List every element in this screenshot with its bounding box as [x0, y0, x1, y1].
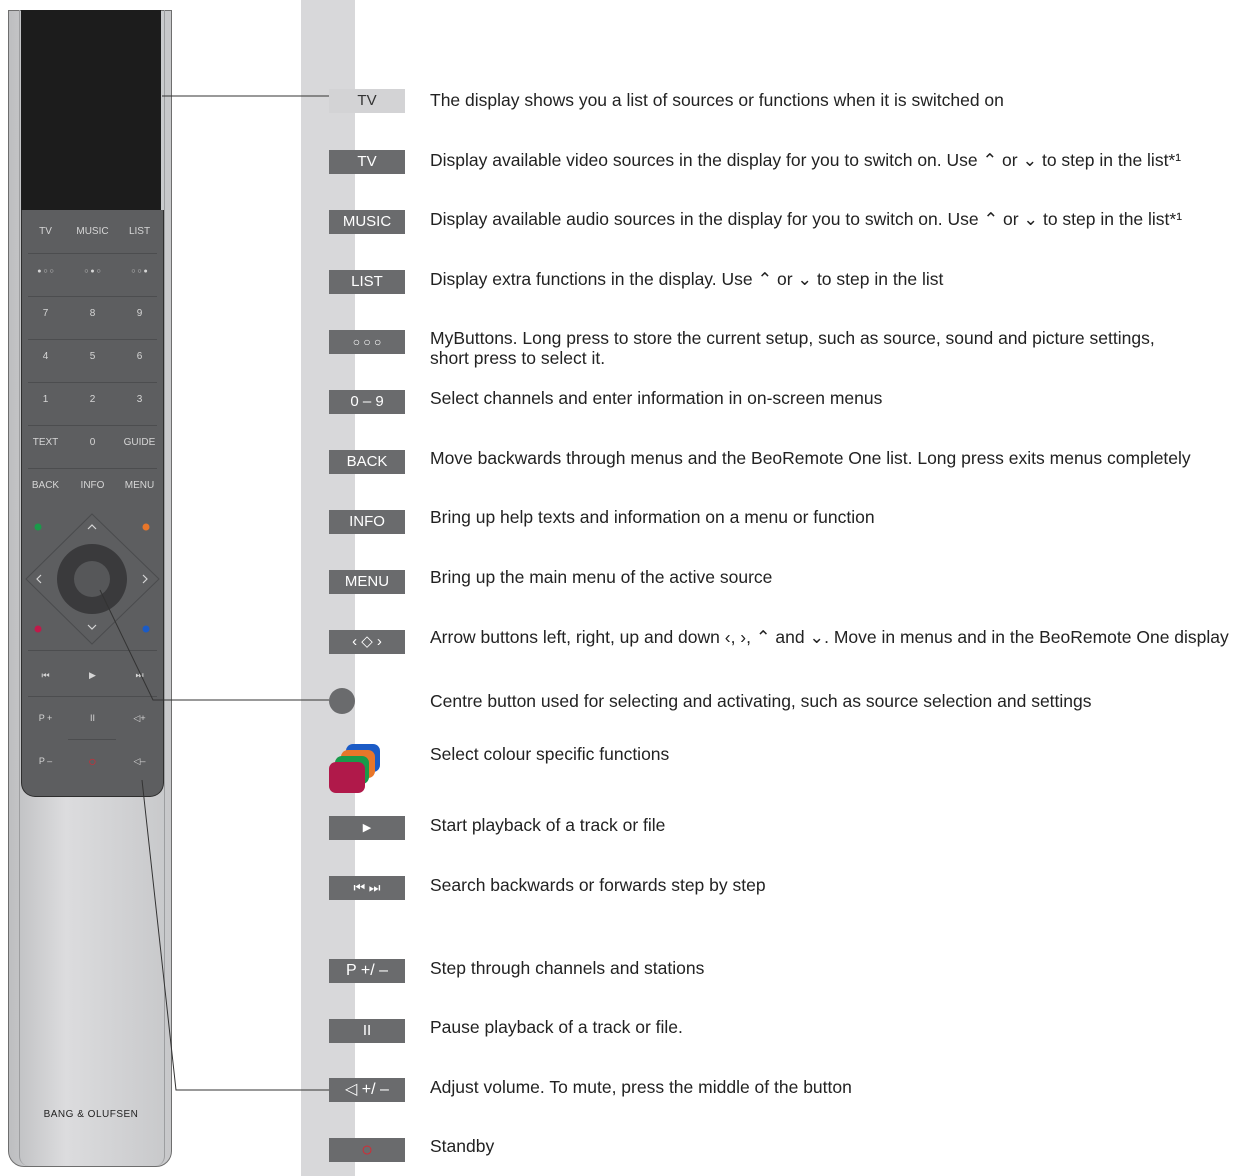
desc-menu: Bring up the main menu of the active sou… [430, 567, 773, 587]
callout-arrows: ‹ ◇ › [329, 630, 405, 654]
desc-back: Move backwards through menus and the Beo… [430, 448, 1191, 468]
desc-standby: Standby [430, 1136, 495, 1156]
callout-menu: MENU [329, 570, 405, 594]
desc-volume: Adjust volume. To mute, press the middle… [430, 1077, 852, 1097]
desc-info: Bring up help texts and information on a… [430, 507, 875, 527]
desc-tv: Display available video sources in the d… [430, 150, 1182, 170]
desc-digits: Select channels and enter information in… [430, 388, 883, 408]
callout-volume: ◁ +/ – [329, 1078, 405, 1102]
callout-standby: ○ [329, 1138, 405, 1162]
desc-program: Step through channels and stations [430, 958, 705, 978]
callout-search: ⏮ ⏭ [329, 876, 405, 900]
desc-search: Search backwards or forwards step by ste… [430, 875, 766, 895]
callout-centre-button [329, 688, 355, 714]
callout-mybuttons: ○ ○ ○ [329, 330, 405, 354]
desc-list: Display extra functions in the display. … [430, 269, 944, 289]
desc-pause: Pause playback of a track or file. [430, 1017, 683, 1037]
callout-digits: 0 – 9 [329, 390, 405, 414]
desc-music: Display available audio sources in the d… [430, 209, 1183, 229]
callout-play: ▶ [329, 816, 405, 840]
callout-tv-display: TV [329, 89, 405, 113]
callout-info: INFO [329, 510, 405, 534]
callout-tv: TV [329, 150, 405, 174]
callout-back: BACK [329, 450, 405, 474]
desc-mybuttons: MyButtons. Long press to store the curre… [430, 328, 1155, 368]
callout-program: P +/ – [329, 959, 405, 983]
desc-centre: Centre button used for selecting and act… [430, 691, 1092, 711]
callout-music: MUSIC [329, 210, 405, 234]
leader-lines [99, 95, 329, 1091]
desc-arrows: Arrow buttons left, right, up and down ‹… [430, 627, 1229, 647]
colour-buttons-icon [329, 744, 380, 793]
callout-list: LIST [329, 270, 405, 294]
desc-play: Start playback of a track or file [430, 815, 666, 835]
callout-pause: II [329, 1019, 405, 1043]
desc-colour: Select colour specific functions [430, 744, 670, 764]
desc-display: The display shows you a list of sources … [430, 90, 1004, 110]
